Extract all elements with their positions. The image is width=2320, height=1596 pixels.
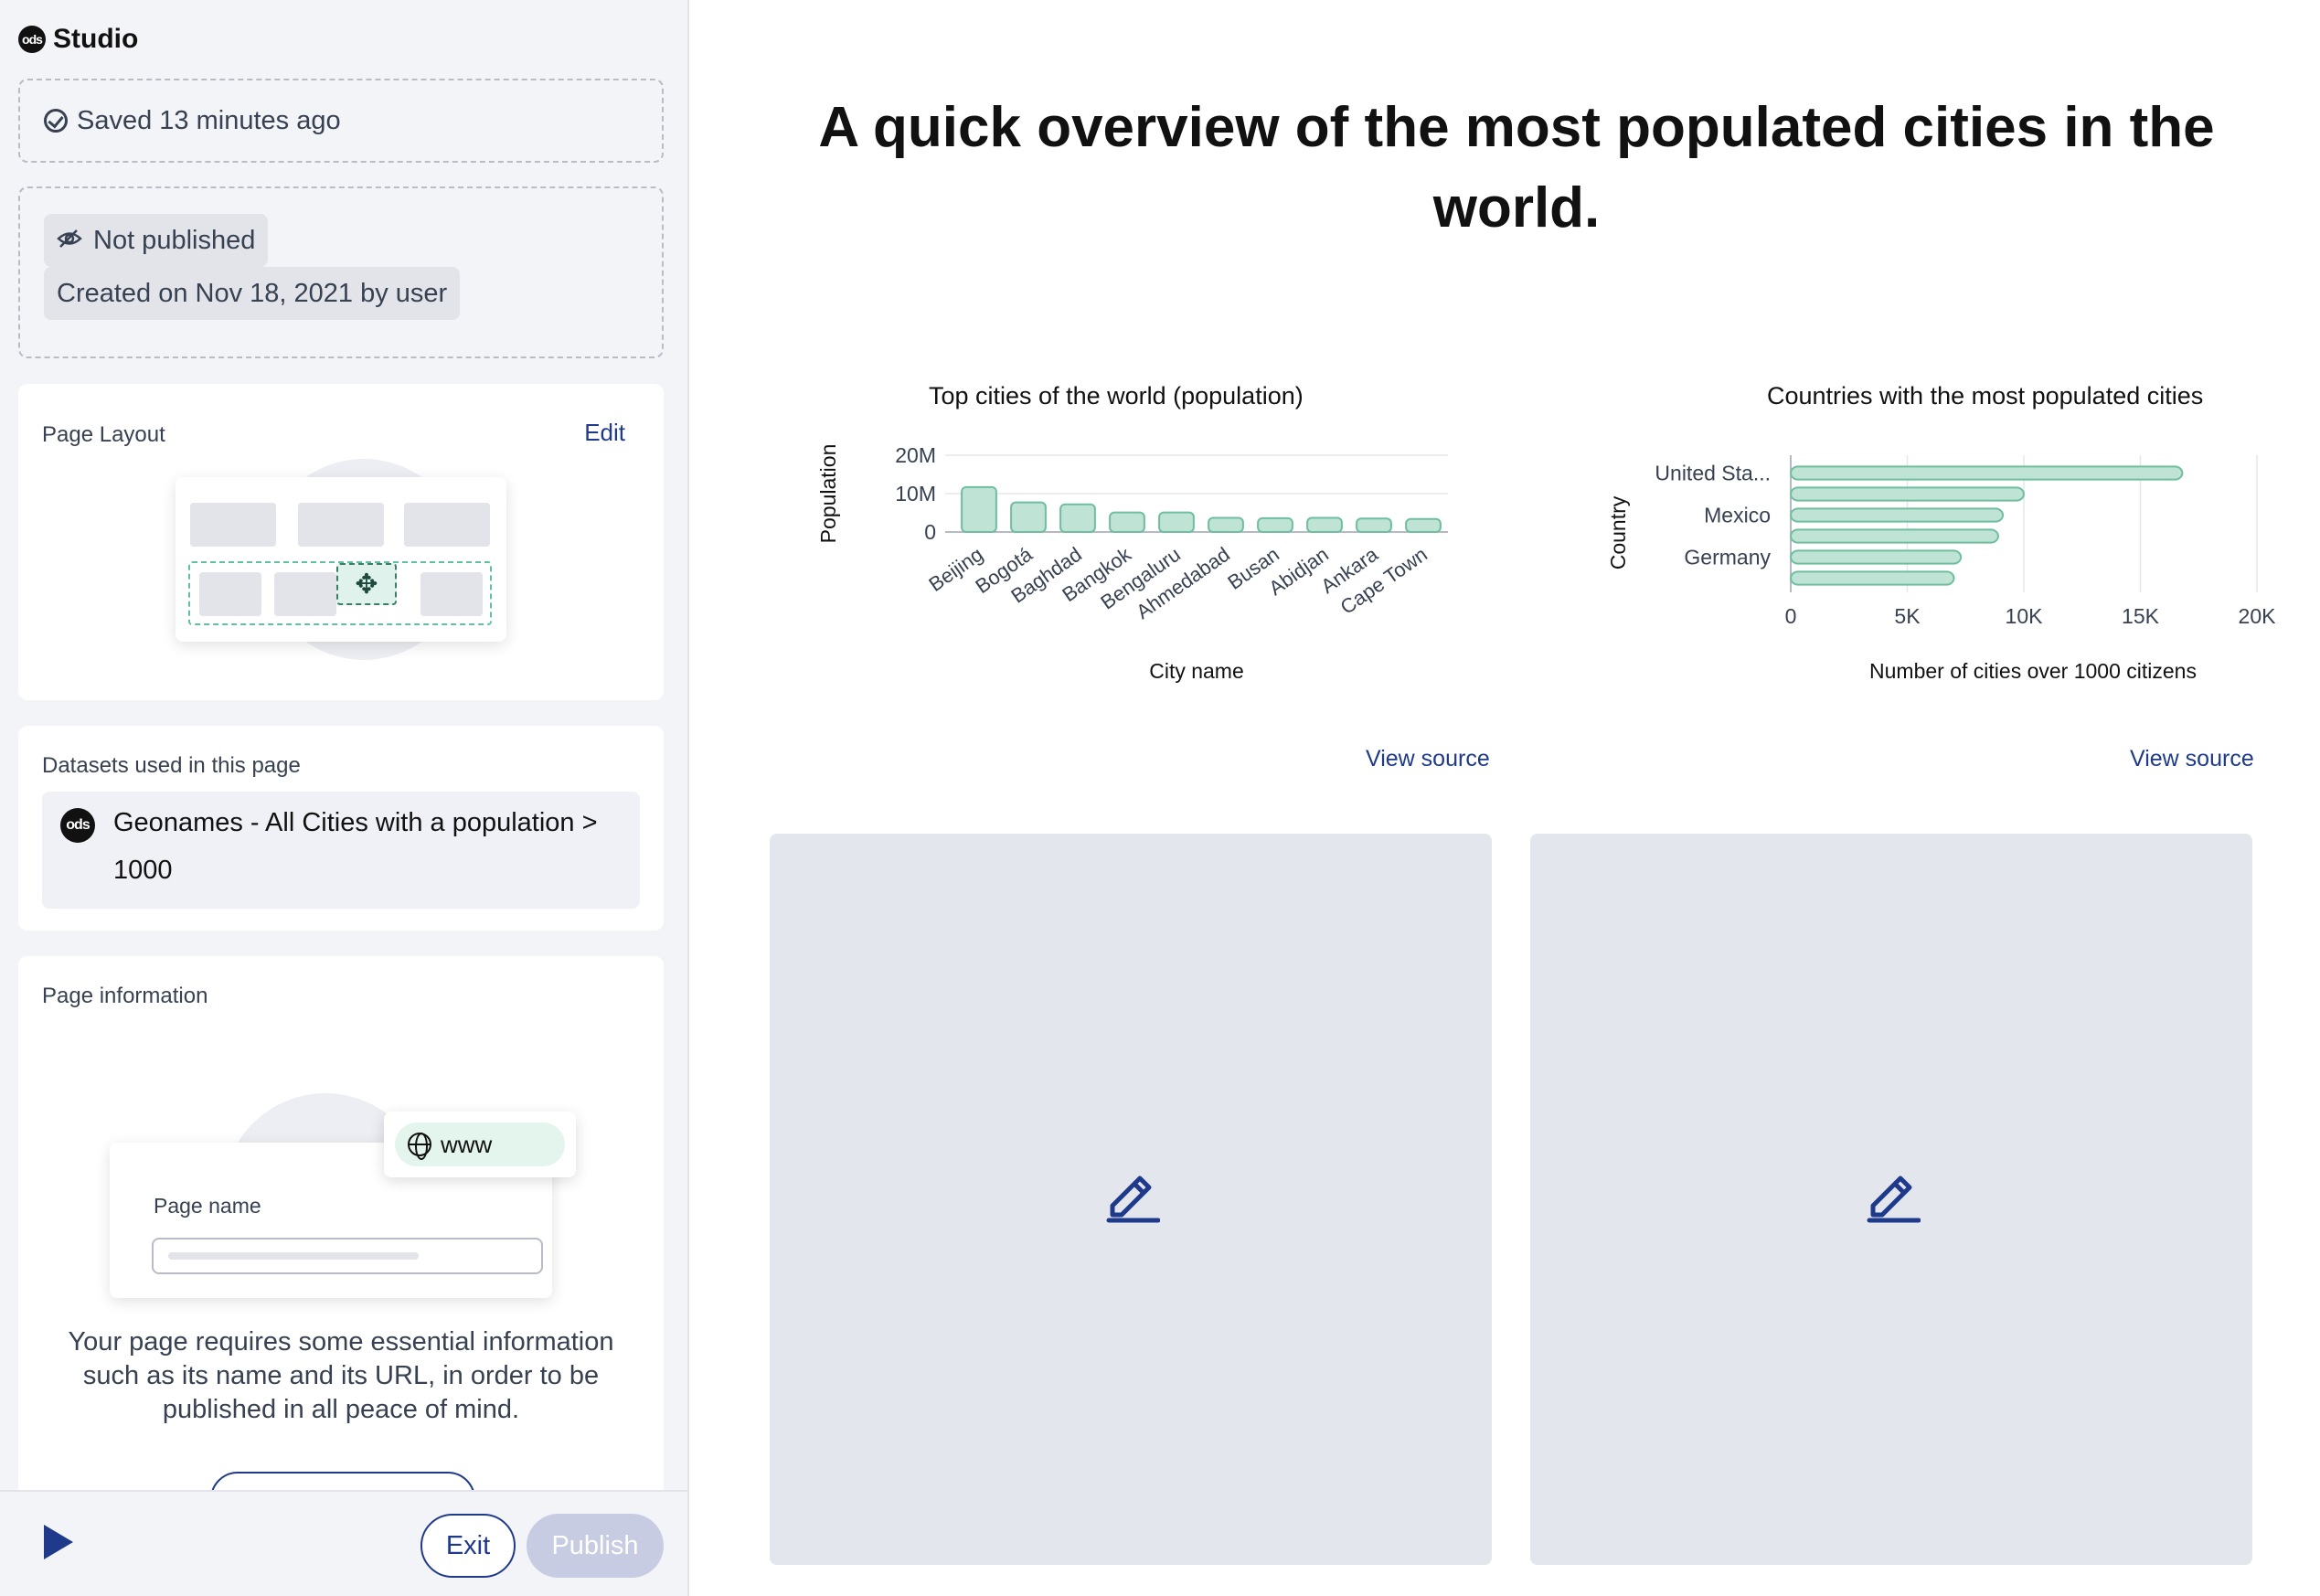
- layout-block: [298, 503, 384, 547]
- bar: [1356, 517, 1392, 534]
- eye-slash-icon: [57, 227, 82, 255]
- chart-title: Countries with the most populated cities: [1767, 382, 2204, 410]
- www-badge: www: [384, 1112, 576, 1177]
- bar: [1790, 465, 2184, 481]
- publication-status-card: Not published Created on Nov 18, 2021 by…: [18, 186, 664, 358]
- layout-block: [274, 572, 336, 616]
- page-information-label: Page information: [42, 984, 208, 1008]
- bar: [1790, 507, 2005, 523]
- edit-layout-link[interactable]: Edit: [584, 419, 625, 447]
- bar: [1257, 516, 1293, 533]
- bar: [1790, 570, 1955, 586]
- x-axis-label: Number of cities over 1000 citizens: [1869, 659, 2197, 683]
- preview-play-button[interactable]: [44, 1525, 73, 1559]
- layout-block: [420, 572, 483, 616]
- bar: [1790, 549, 1963, 565]
- layout-block: [199, 572, 261, 616]
- dataset-name: Geonames - All Cities with a population …: [113, 808, 598, 885]
- y-axis-label: Country: [1606, 495, 1630, 569]
- y-tick-label: Mexico: [1704, 504, 1771, 527]
- globe-icon: [408, 1133, 431, 1160]
- save-status-text: Saved 13 minutes ago: [77, 105, 341, 135]
- y-tick-label: Germany: [1684, 546, 1771, 569]
- layout-illustration: ✥: [176, 477, 506, 642]
- publish-button[interactable]: Publish: [527, 1514, 664, 1578]
- layout-block: [404, 503, 490, 547]
- www-badge-inner: www: [395, 1123, 565, 1166]
- bar: [1790, 486, 2025, 502]
- ods-logo: ods: [18, 26, 46, 53]
- created-info-label: Created on Nov 18, 2021 by user: [57, 278, 448, 308]
- view-source-link[interactable]: View source: [2130, 746, 2254, 772]
- dataset-item[interactable]: ods Geonames - All Cities with a populat…: [42, 792, 640, 909]
- brand: ods Studio: [18, 24, 138, 55]
- y-tick-label: 10M: [895, 482, 936, 505]
- bar: [1405, 517, 1442, 534]
- datasets-label: Datasets used in this page: [42, 753, 301, 778]
- countries-bar-chart[interactable]: 0 5K 10K 15K 20K Country United Sta... Mexico Ge…: [1567, 420, 2289, 695]
- datasets-card: Datasets used in this page ods Geonames …: [18, 726, 664, 931]
- page-name-label: Page name: [154, 1194, 261, 1218]
- page-title[interactable]: A quick overview of the most populated c…: [790, 88, 2243, 249]
- move-icon: ✥: [336, 563, 397, 605]
- bar: [1790, 528, 1999, 544]
- bar: [1306, 516, 1343, 533]
- pencil-icon: [1867, 1176, 1921, 1223]
- y-tick-label: United Sta...: [1655, 462, 1771, 485]
- sidebar-footer: Exit Publish: [0, 1490, 687, 1596]
- population-bar-chart[interactable]: 010M20MPopulationBeijingBogotáBaghdadBan…: [808, 420, 1448, 695]
- y-axis-label: Population: [816, 444, 840, 544]
- not-published-badge: Not published: [44, 214, 269, 267]
- empty-widget-placeholder[interactable]: [1530, 834, 2252, 1565]
- page-layout-card: Page Layout Edit ✥: [18, 384, 664, 700]
- bar: [1059, 503, 1096, 534]
- y-tick-label: 0: [924, 520, 936, 544]
- chart-title: Top cities of the world (population): [929, 382, 1304, 410]
- x-tick-label: 20K: [2239, 604, 2277, 628]
- created-info-badge: Created on Nov 18, 2021 by user: [44, 267, 461, 320]
- bar: [1208, 516, 1244, 533]
- empty-widget-placeholder[interactable]: [770, 834, 1492, 1565]
- pencil-icon: [1106, 1176, 1160, 1223]
- not-published-label: Not published: [93, 225, 256, 255]
- brand-name: Studio: [53, 24, 139, 54]
- x-tick-label: 5K: [1894, 604, 1921, 628]
- page-canvas: A quick overview of the most populated c…: [689, 0, 2320, 1596]
- dataset-logo-icon: ods: [60, 808, 95, 843]
- save-status-card: Saved 13 minutes ago: [18, 79, 664, 163]
- x-axis-label: City name: [1149, 659, 1244, 683]
- x-tick-label: 0: [1785, 604, 1797, 628]
- x-tick-label: 15K: [2122, 604, 2160, 628]
- page-information-description: Your page requires some essential inform…: [68, 1327, 614, 1424]
- page-name-input-illustration: [152, 1238, 543, 1274]
- bar: [1158, 511, 1195, 534]
- y-tick-label: 20M: [895, 443, 936, 467]
- bar: [1109, 511, 1145, 534]
- layout-block: [190, 503, 276, 547]
- www-label: www: [441, 1130, 493, 1158]
- view-source-link[interactable]: View source: [1366, 746, 1490, 772]
- page-layout-label: Page Layout: [42, 422, 165, 447]
- check-circle-icon: [44, 109, 68, 133]
- exit-button[interactable]: Exit: [420, 1514, 516, 1578]
- bar: [1010, 501, 1047, 534]
- editor-sidebar: ods Studio Saved 13 minutes ago Not publ…: [0, 0, 689, 1596]
- bar: [961, 485, 997, 533]
- x-tick-label: 10K: [2006, 604, 2044, 628]
